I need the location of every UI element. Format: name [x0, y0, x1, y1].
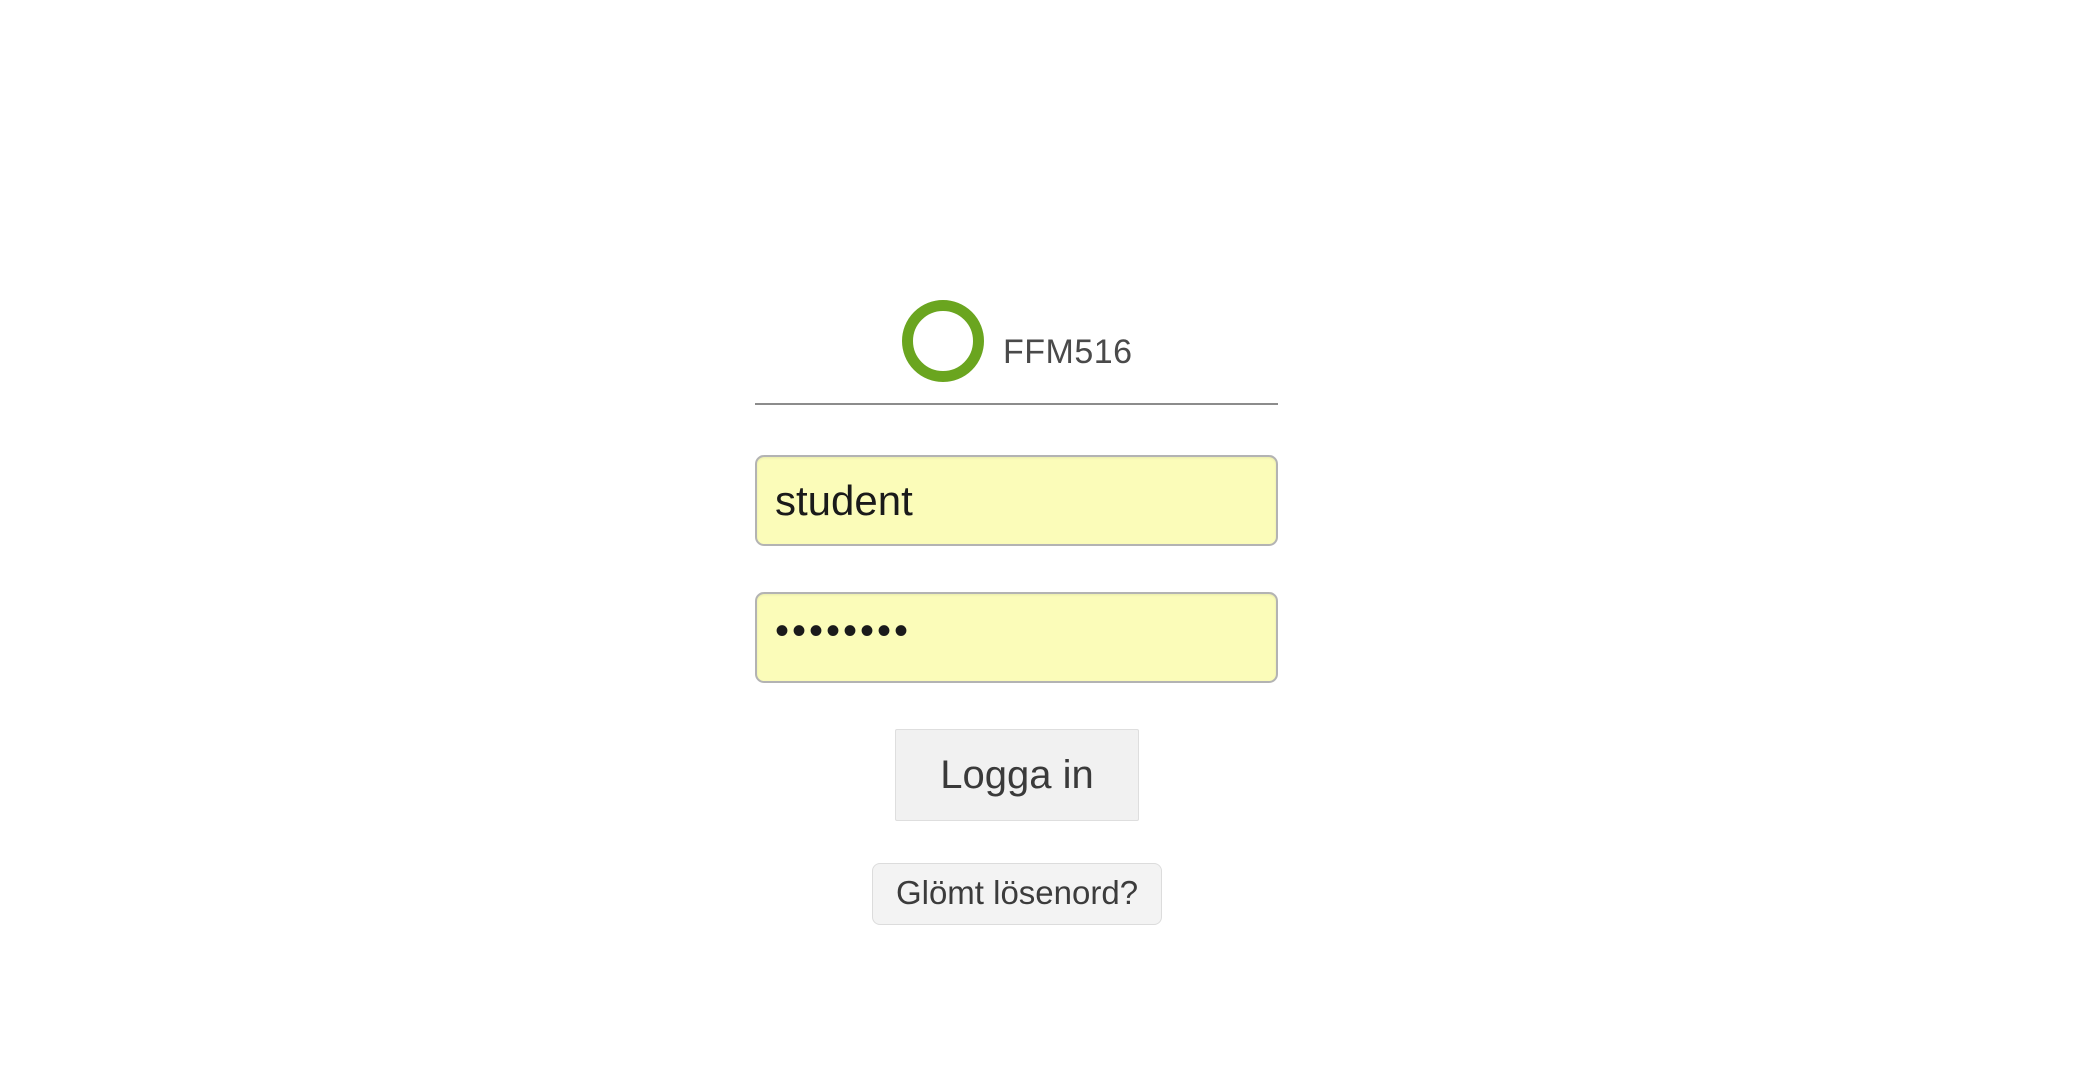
password-input[interactable]	[755, 592, 1278, 683]
username-input[interactable]	[755, 455, 1278, 546]
login-button[interactable]: Logga in	[895, 729, 1139, 821]
forgot-password-button[interactable]: Glömt lösenord?	[872, 863, 1162, 925]
login-card: FFM516 Logga in Glömt lösenord?	[755, 295, 1278, 925]
green-ring-logo-icon	[902, 300, 984, 382]
brand-header: FFM516	[755, 295, 1278, 405]
login-page: FFM516 Logga in Glömt lösenord?	[0, 0, 2079, 1089]
brand-name: FFM516	[1003, 333, 1133, 371]
